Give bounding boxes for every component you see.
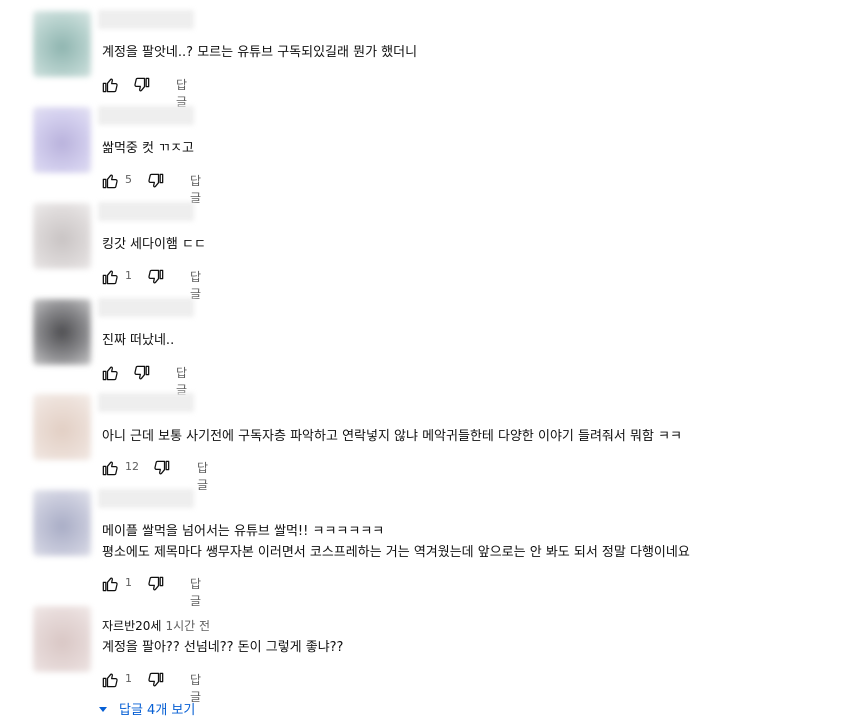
view-replies-button[interactable]: 답글 4개 보기 [99,699,195,719]
comment-line: 킹갓 세다이햄 ㄷㄷ [102,237,206,252]
like-count: 1 [125,576,132,589]
thumb-down-icon[interactable] [146,171,166,191]
thumb-up-icon[interactable] [100,363,120,383]
author-name[interactable]: 자르반20세 [102,619,161,633]
thumb-up-icon[interactable] [100,574,120,594]
reply-button[interactable]: 답글 [190,268,201,302]
comment-text: 계정을 팔아?? 선넘네?? 돈이 그렇게 좋냐?? [102,637,343,658]
comment-line: 쌂먹중 컷 ㄲㅈ고 [102,141,194,156]
comment-text: 계정을 팔앗네..? 모르는 유튜브 구독되있길래 뭔가 했더니 [102,42,417,63]
comment-line: 평소에도 제목마다 쌩무자본 이러면서 코스프레하는 거는 역겨웠는데 앞으로는… [102,545,690,560]
caret-down-icon [99,707,107,712]
author-name-blurred [98,10,194,29]
comment-text: 킹갓 세다이햄 ㄷㄷ [102,234,206,255]
like-count: 1 [125,269,132,282]
thumb-up-icon[interactable] [100,458,120,478]
avatar[interactable] [33,11,91,77]
thumb-down-icon[interactable] [146,670,166,690]
avatar[interactable] [33,107,91,173]
like-count: 1 [125,672,132,685]
thumb-down-icon[interactable] [132,363,152,383]
avatar[interactable] [33,490,91,556]
thumb-up-icon[interactable] [100,670,120,690]
comment-line: 메이플 쌀먹을 넘어서는 유튜브 쌀먹!! ㅋㅋㅋㅋㅋㅋ [102,524,385,539]
thumb-up-icon[interactable] [100,171,120,191]
view-replies-label: 답글 4개 보기 [119,703,196,718]
author-name-blurred [98,106,194,125]
avatar[interactable] [33,394,91,460]
author-name-blurred [98,489,194,508]
comment-text: 아니 근데 보통 사기전에 구독자층 파악하고 연락넣지 않냐 메악귀들한테 다… [102,426,682,447]
comment-author-line: 자르반20세 1시간 전 [102,617,210,634]
thumb-down-icon[interactable] [146,574,166,594]
like-count: 12 [125,460,139,473]
author-name-blurred [98,393,194,412]
reply-button[interactable]: 답글 [197,459,208,493]
comment-text: 메이플 쌀먹을 넘어서는 유튜브 쌀먹!! ㅋㅋㅋㅋㅋㅋ 평소에도 제목마다 쌩… [102,521,690,563]
thumb-down-icon[interactable] [132,75,152,95]
thumb-up-icon[interactable] [100,75,120,95]
reply-button[interactable]: 답글 [176,76,187,110]
comment-line: 아니 근데 보통 사기전에 구독자층 파악하고 연락넣지 않냐 메악귀들한테 다… [102,429,682,444]
comment-line: 계정을 팔아?? 선넘네?? 돈이 그렇게 좋냐?? [102,640,344,655]
avatar[interactable] [33,203,91,269]
author-name-blurred [98,298,194,317]
thumb-down-icon[interactable] [152,458,172,478]
avatar[interactable] [33,606,91,672]
comment-line: 진짜 떠났네.. [102,333,175,348]
thumb-up-icon[interactable] [100,267,120,287]
comment-line: 계정을 팔앗네..? 모르는 유튜브 구독되있길래 뭔가 했더니 [102,45,418,60]
reply-button[interactable]: 답글 [190,172,201,206]
thumb-down-icon[interactable] [146,267,166,287]
like-count: 5 [125,173,132,186]
reply-button[interactable]: 답글 [190,575,201,609]
avatar[interactable] [33,299,91,365]
author-name-blurred [98,202,194,221]
comment-text: 쌂먹중 컷 ㄲㅈ고 [102,138,194,159]
comment-text: 진짜 떠났네.. [102,330,174,351]
comment-timestamp[interactable]: 1시간 전 [165,619,210,633]
